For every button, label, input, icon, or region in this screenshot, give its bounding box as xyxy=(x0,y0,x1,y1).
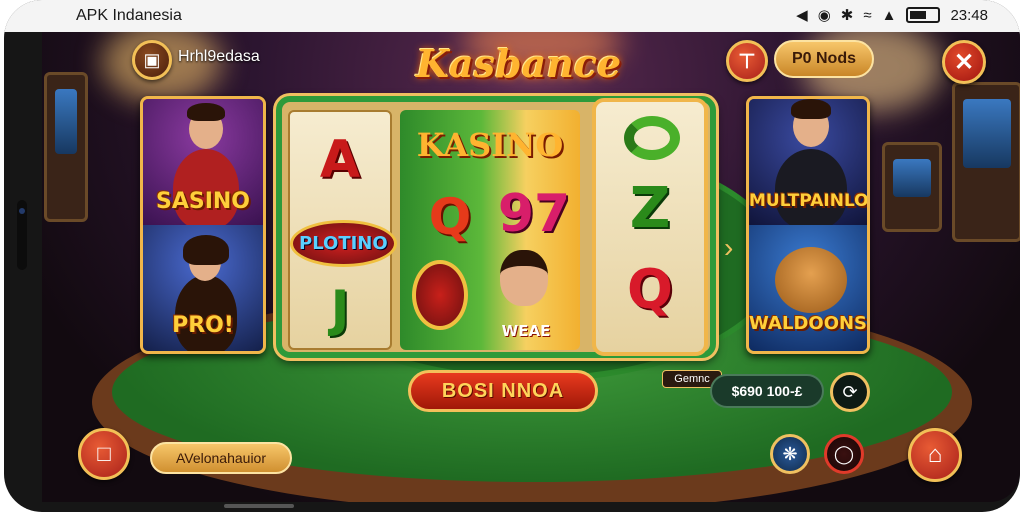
right-card-bottom: WALDOONS xyxy=(749,225,867,351)
bluetooth-icon: ✱ xyxy=(840,7,854,24)
status-app-name: APK Indanesia xyxy=(76,7,182,24)
reel-symbol: PLOTINO xyxy=(290,220,397,267)
front-camera xyxy=(17,200,27,270)
left-card-bottom: PRO! xyxy=(143,225,263,351)
username: Hrhl9edasa xyxy=(178,48,260,65)
gift-icon: □ xyxy=(97,441,111,466)
left-card-top: SASINO xyxy=(143,99,263,229)
game-screen: ▣ Hrhl9edasa Kasbance ⊤ P0 Nods ✕ SASINO xyxy=(42,32,1020,502)
reel-center: KASINO Q 97 WEAE xyxy=(400,110,580,350)
roulette-symbol xyxy=(412,260,468,330)
refresh-icon: ⟳ xyxy=(842,381,858,402)
right-card-top-title: MULTPAINLO xyxy=(749,191,869,211)
left-card-top-title: SASINO xyxy=(155,189,250,214)
profile-icon: ▣ xyxy=(143,49,161,70)
status-time: 23:48 xyxy=(950,6,988,24)
reel-right: Z Q xyxy=(592,98,708,356)
autospin-button[interactable]: ❋ xyxy=(770,434,810,474)
reel-left: A PLOTINO J xyxy=(288,110,397,350)
left-game-card[interactable]: SASINO PRO! xyxy=(140,96,266,354)
chevron-right-icon[interactable]: › xyxy=(724,232,733,264)
left-card-bottom-title: PRO! xyxy=(172,313,234,338)
right-card-top: MULTPAINLO xyxy=(749,99,869,229)
slot-machine-bg xyxy=(44,72,88,222)
reel-symbol-swirl xyxy=(624,116,680,160)
chat-icon: ◯ xyxy=(833,443,855,464)
gift-button[interactable]: □ xyxy=(78,428,130,480)
slot-machine-bg xyxy=(952,82,1020,242)
reel-symbol: A xyxy=(319,130,361,190)
phone-frame: APK Indanesia ◀ ◉ ✱ ≈ ▲ 23:48 ▣ Hrhl9eda… xyxy=(4,0,1020,512)
signal-icon: ▲ xyxy=(881,6,897,24)
profile-button[interactable]: ▣ xyxy=(132,40,172,80)
character-symbol xyxy=(500,250,548,306)
main-spin-button[interactable]: BOSI NNOA xyxy=(408,370,598,412)
character-man xyxy=(775,99,847,229)
slot-machine-bg xyxy=(882,142,942,232)
close-icon: ✕ xyxy=(953,48,975,76)
reel-symbol: J xyxy=(330,280,350,338)
reel-symbol: 97 xyxy=(497,184,571,244)
refresh-button[interactable]: ⟳ xyxy=(830,372,870,412)
reel-symbol: Q xyxy=(627,258,673,321)
upload-button[interactable]: ⊤ xyxy=(726,40,768,82)
header-pill-button[interactable]: P0 Nods xyxy=(774,40,874,78)
record-icon: ◉ xyxy=(817,7,831,24)
right-card-bottom-title: WALDOONS xyxy=(749,313,868,334)
right-game-card[interactable]: MULTPAINLO WALDOONS xyxy=(746,96,870,354)
battery-icon xyxy=(906,7,941,23)
reel-banner: KASINO xyxy=(416,126,564,164)
upload-icon: ⊤ xyxy=(738,50,756,73)
game-logo: Kasbance xyxy=(416,41,622,86)
close-button[interactable]: ✕ xyxy=(942,40,986,84)
wifi-icon: ≈ xyxy=(863,6,872,24)
home-button[interactable]: ⌂ xyxy=(908,428,962,482)
nav-handle xyxy=(224,504,294,508)
snowflake-icon: ❋ xyxy=(782,443,798,464)
slot-machine[interactable]: A PLOTINO J KASINO Q 97 WEAE Z Q xyxy=(276,96,716,358)
status-icons: ◀ ◉ ✱ ≈ ▲ 23:48 xyxy=(796,6,988,25)
chat-button[interactable]: ◯ xyxy=(824,434,864,474)
navigation-arrow-icon: ◀ xyxy=(796,7,808,24)
balance-display: $690 100-£ xyxy=(710,374,824,408)
reel-symbol: Z xyxy=(629,176,671,241)
reel-label: WEAE xyxy=(501,322,551,340)
home-icon: ⌂ xyxy=(927,441,943,468)
bottom-pill-button[interactable]: AVelonahauior xyxy=(150,442,292,474)
status-bar: APK Indanesia ◀ ◉ ✱ ≈ ▲ 23:48 xyxy=(4,0,1020,32)
character-creature xyxy=(775,247,847,313)
